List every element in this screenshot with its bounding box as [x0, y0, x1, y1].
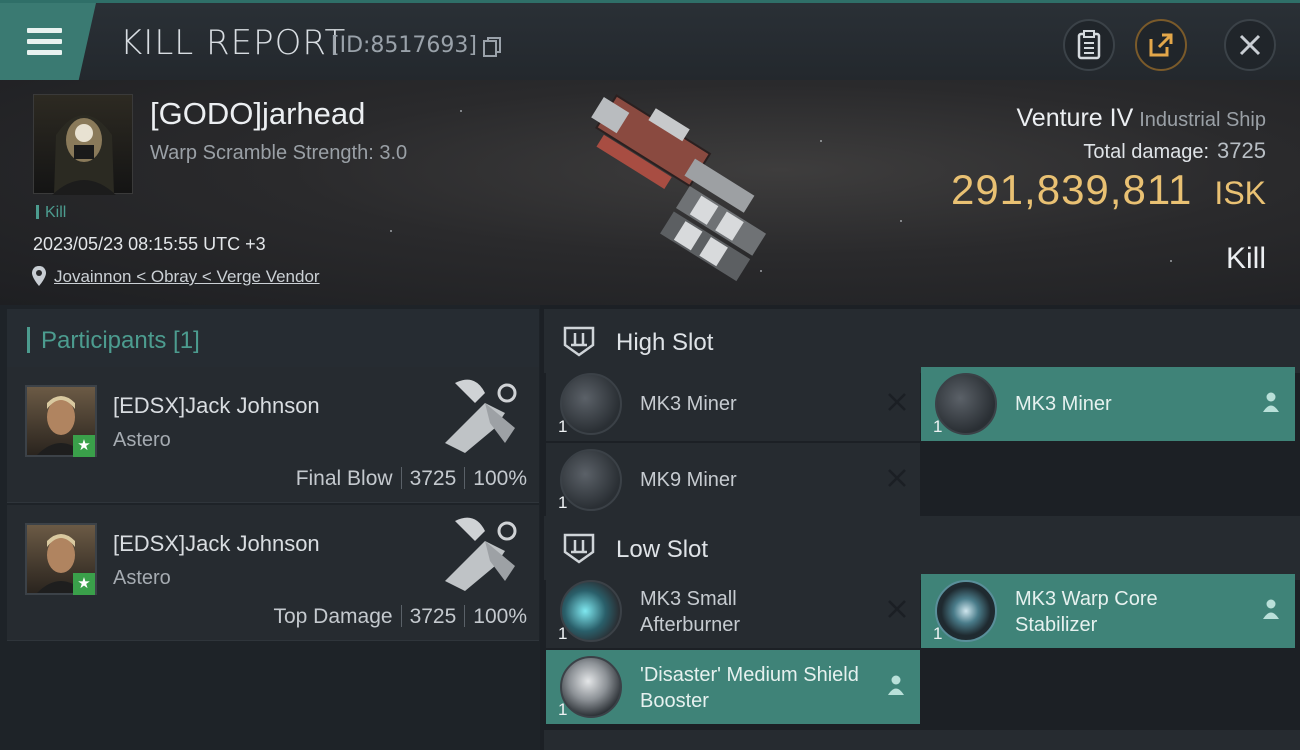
module-quantity: 1 [558, 493, 568, 512]
participants-panel: Participants [1] ★ [EDSX]Jack Johnson As… [0, 305, 540, 750]
astero-ship-icon [445, 379, 517, 453]
module-name: 'Disaster' Medium Shield Booster [640, 664, 859, 712]
high-slot-title: High Slot [616, 329, 714, 356]
participant-stats: Final Blow 3725 100% [296, 467, 527, 491]
module-quantity: 1 [558, 624, 568, 643]
close-button[interactable] [1224, 19, 1276, 71]
kill-type: Kill [1225, 242, 1266, 275]
star-icon: ★ [73, 573, 95, 595]
isk-amount: 291,839,811 [950, 166, 1193, 213]
report-id: [ID:8517693] [331, 33, 477, 58]
fitting-panel: High Slot 1 MK3 Miner 1 MK3 Miner 1 MK9 … [540, 305, 1300, 750]
participant-stats: Top Damage 3725 100% [273, 605, 527, 629]
module-name: MK3 Miner [640, 393, 737, 415]
star-icon: ★ [73, 435, 95, 457]
module-name: MK3 Warp Core Stabilizer [1015, 588, 1158, 636]
module-quantity: 1 [933, 624, 943, 643]
afterburner-module-icon [560, 580, 622, 642]
kill-location-link[interactable]: Jovainnon < Obray < Verge Vendor [54, 267, 320, 287]
miner-module-icon [935, 373, 997, 435]
share-button[interactable] [1135, 19, 1187, 71]
ship-class: Industrial Ship [1139, 109, 1266, 131]
module-item[interactable]: 1 MK3 Warp Core Stabilizer [921, 574, 1295, 648]
header-bar: KILL REPORT [ID:8517693] [0, 0, 1300, 80]
module-name: MK3 Miner [1015, 393, 1112, 415]
miner-module-icon [560, 449, 622, 511]
ship-name-text: Venture IV [1016, 104, 1134, 132]
module-quantity: 1 [558, 700, 568, 719]
dropped-person-icon [1263, 392, 1279, 412]
astero-ship-icon [445, 517, 517, 591]
warp-core-stabilizer-icon [935, 580, 997, 642]
module-item[interactable]: 1 MK3 Miner [546, 367, 920, 441]
participant-name[interactable]: [EDSX]Jack Johnson [113, 393, 320, 419]
close-icon [1239, 34, 1261, 56]
page-title: KILL REPORT [120, 23, 347, 63]
module-name: MK3 Small Afterburner [640, 588, 741, 636]
victim-banner: [GODO]jarhead Warp Scramble Strength: 3.… [0, 80, 1300, 305]
menu-button[interactable] [0, 3, 96, 80]
total-damage: Total damage: 3725 [1083, 138, 1266, 164]
participant-role: Final Blow [295, 467, 393, 490]
high-slot-icon [563, 326, 595, 357]
victim-name[interactable]: [GODO]jarhead [150, 96, 365, 132]
module-item[interactable]: 1 MK3 Miner [921, 367, 1295, 441]
isk-unit: ISK [1214, 175, 1266, 211]
warp-scramble-strength: Warp Scramble Strength: 3.0 [150, 142, 408, 164]
participants-accent [27, 327, 30, 353]
participant-damage: 3725 [409, 467, 457, 490]
victim-portrait[interactable] [33, 94, 133, 195]
copy-icon[interactable] [482, 36, 502, 58]
isk-value: 291,839,811 ISK [951, 166, 1266, 214]
low-slot-title: Low Slot [616, 536, 709, 563]
total-damage-label: Total damage: [1083, 141, 1210, 163]
participant-ship: Astero [113, 429, 171, 451]
participants-header: Participants [1] [7, 309, 539, 367]
low-slot-header: Low Slot [544, 516, 1300, 580]
participant-damage: 3725 [409, 605, 457, 628]
menu-icon [27, 28, 62, 33]
menu-icon-bar [27, 39, 62, 44]
module-quantity: 1 [558, 417, 568, 436]
dropped-person-icon [1263, 599, 1279, 619]
participant-percent: 100% [473, 605, 527, 628]
participant-percent: 100% [473, 467, 527, 490]
total-damage-value: 3725 [1217, 138, 1266, 163]
module-name: MK9 Miner [640, 469, 737, 491]
participant-ship: Astero [113, 567, 171, 589]
low-slot-icon [563, 533, 595, 564]
kill-timestamp: 2023/05/23 08:15:55 UTC +3 [33, 234, 266, 254]
victim-avatar-icon [52, 115, 116, 195]
dropped-person-icon [888, 675, 904, 695]
clipboard-icon [1077, 30, 1101, 60]
next-slot-header [544, 730, 1300, 750]
location-pin-icon [32, 266, 46, 286]
module-item[interactable]: 1 MK9 Miner [546, 443, 920, 517]
participant-row[interactable]: ★ [EDSX]Jack Johnson Astero Top Damage 37… [7, 505, 539, 641]
victim-ship-name[interactable]: Venture IV Industrial Ship [1017, 104, 1267, 133]
module-quantity: 1 [933, 417, 943, 436]
module-item[interactable]: 1 MK3 Small Afterburner [546, 574, 920, 648]
destroyed-icon [888, 469, 906, 487]
participant-role: Top Damage [273, 605, 393, 628]
participant-name[interactable]: [EDSX]Jack Johnson [113, 531, 320, 557]
participant-row[interactable]: ★ [EDSX]Jack Johnson Astero Final Blow 37… [7, 367, 539, 503]
high-slot-header: High Slot [544, 309, 1300, 373]
module-item[interactable]: 1 'Disaster' Medium Shield Booster [546, 650, 920, 724]
victim-ship-icon [591, 94, 767, 282]
kill-tag: Kill [36, 204, 66, 222]
shield-booster-icon [560, 656, 622, 718]
destroyed-icon [888, 393, 906, 411]
participants-title: Participants [1] [41, 327, 200, 354]
menu-icon-bar [27, 50, 62, 55]
clipboard-button[interactable] [1063, 19, 1115, 71]
miner-module-icon [560, 373, 622, 435]
destroyed-icon [888, 600, 906, 618]
share-icon [1149, 33, 1173, 57]
